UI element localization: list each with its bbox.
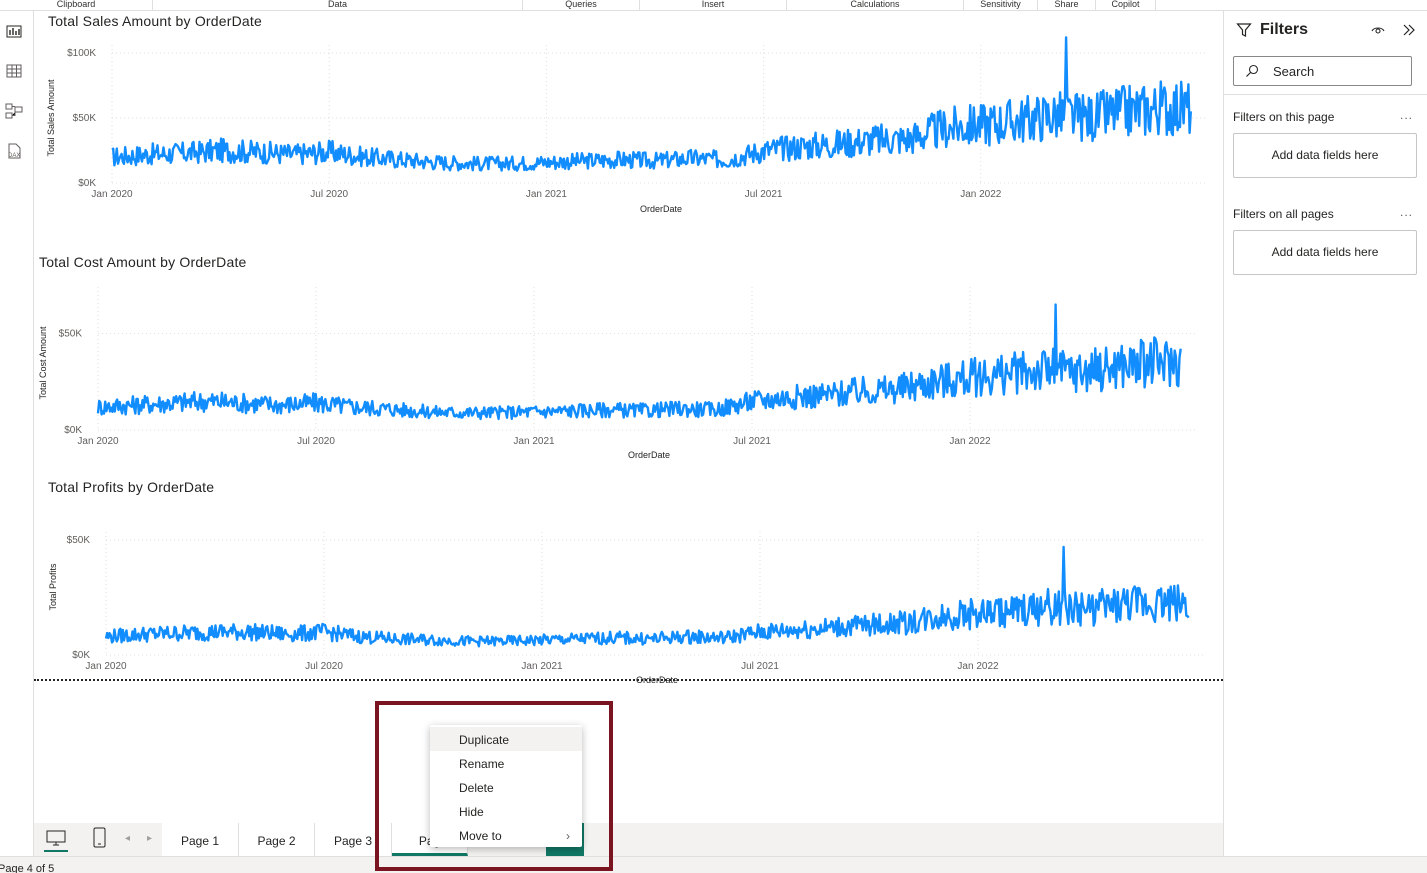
- filters-title: Filters: [1260, 21, 1309, 38]
- page-indicator: Page 4 of 5: [0, 863, 55, 873]
- status-bar: Page 4 of 5: [0, 856, 1427, 873]
- scroll-left-icon[interactable]: ◂: [125, 833, 130, 844]
- view-switcher-rail: DAX: [0, 11, 34, 856]
- series-line: [104, 545, 1190, 648]
- mobile-layout-icon[interactable]: [92, 827, 108, 849]
- x-tick-label: Jan 2020: [91, 189, 133, 200]
- x-tick-label: Jan 2022: [957, 661, 999, 672]
- more-options-icon[interactable]: ...: [1400, 108, 1413, 122]
- dax-query-view-icon[interactable]: DAX: [4, 141, 24, 161]
- y-tick-label: $0K: [78, 178, 96, 189]
- ribbon-group-calculations: Calculations: [787, 0, 964, 10]
- line-chart-total-profits[interactable]: Total Profits by OrderDate $0K $50K Jan 20…: [34, 477, 1223, 685]
- page-tab[interactable]: Page 1: [162, 823, 239, 856]
- x-tick-label: Jan 2020: [77, 436, 119, 447]
- filters-search-input[interactable]: Search: [1233, 56, 1412, 86]
- search-placeholder: Search: [1273, 64, 1315, 79]
- eye-icon[interactable]: [1370, 24, 1386, 36]
- filters-on-all-pages-label: Filters on all pages: [1233, 207, 1334, 221]
- add-data-fields-this-page[interactable]: Add data fields here: [1233, 133, 1417, 178]
- x-tick-label: Jul 2021: [745, 189, 783, 200]
- desktop-layout-icon[interactable]: [44, 828, 68, 852]
- report-view-icon[interactable]: [4, 21, 24, 41]
- powerbi-window: Clipboard Data Queries Insert Calculatio…: [0, 0, 1427, 873]
- series-line: [111, 36, 1192, 172]
- add-data-fields-all-pages[interactable]: Add data fields here: [1233, 230, 1417, 275]
- x-tick-label: Jan 2022: [960, 189, 1002, 200]
- page-tab[interactable]: Page 2: [239, 823, 315, 856]
- ribbon-group-clipboard: Clipboard: [0, 0, 153, 10]
- x-axis-label: OrderDate: [628, 450, 670, 460]
- chart-svg: $0K $50K Jan 2020 Jul 2020 Jan 2021 Jul 2021 J…: [48, 532, 1206, 685]
- filter-icon: [1236, 23, 1252, 37]
- line-chart-total-sales[interactable]: Total Sales Amount by OrderDate $0K $50K $…: [34, 11, 1223, 221]
- ribbon-group-data: Data: [153, 0, 523, 10]
- x-tick-label: Jul 2020: [310, 189, 348, 200]
- x-tick-label: Jan 2021: [513, 436, 555, 447]
- x-axis-label: OrderDate: [640, 204, 682, 214]
- y-tick-label: $0K: [72, 650, 90, 661]
- chart-svg: $0K $50K Jan 2020 Jul 2020 Jan 2021 Jul 2021 J…: [38, 287, 1198, 460]
- report-canvas: Total Sales Amount by OrderDate $0K $50K $…: [34, 11, 1223, 823]
- y-tick-label: $50K: [73, 113, 97, 124]
- y-axis-label: Total Profits: [48, 563, 58, 611]
- ribbon-group-share: Share: [1038, 0, 1096, 10]
- model-view-icon[interactable]: [4, 101, 24, 121]
- x-tick-label: Jan 2020: [85, 661, 127, 672]
- y-tick-label: $100K: [67, 48, 96, 59]
- filters-divider: [1224, 94, 1427, 95]
- search-icon: [1246, 64, 1259, 77]
- ribbon-group-sensitivity: Sensitivity: [964, 0, 1038, 10]
- y-tick-label: $0K: [64, 425, 82, 436]
- y-axis-label: Total Cost Amount: [38, 326, 48, 400]
- line-chart-total-cost[interactable]: Total Cost Amount by OrderDate $0K $50K Ja…: [34, 251, 1223, 460]
- series-line: [96, 303, 1182, 421]
- x-tick-label: Jan 2021: [521, 661, 563, 672]
- x-tick-label: Jul 2020: [305, 661, 343, 672]
- x-tick-label: Jul 2021: [733, 436, 771, 447]
- table-view-icon[interactable]: [4, 61, 24, 81]
- y-tick-label: $50K: [59, 329, 83, 340]
- more-options-icon[interactable]: ...: [1400, 205, 1413, 219]
- x-tick-label: Jul 2020: [297, 436, 335, 447]
- ribbon-group-labels: Clipboard Data Queries Insert Calculatio…: [0, 0, 1427, 11]
- y-tick-label: $50K: [67, 535, 91, 546]
- ribbon-group-queries: Queries: [523, 0, 640, 10]
- scroll-right-icon[interactable]: ▸: [147, 833, 152, 844]
- chart-svg: $0K $50K $100K Jan 2020 Jul 2020 Jan 2021 Jul …: [46, 36, 1208, 214]
- x-tick-label: Jan 2022: [949, 436, 991, 447]
- filters-pane: Filters Search Filters on this page ... …: [1223, 11, 1427, 856]
- ribbon-group-copilot: Copilot: [1096, 0, 1156, 10]
- svg-text:DAX: DAX: [8, 153, 20, 159]
- collapse-pane-icon[interactable]: [1402, 23, 1416, 37]
- canvas-page-boundary: [34, 679, 1223, 681]
- filters-on-this-page-label: Filters on this page: [1233, 110, 1335, 124]
- annotation-highlight-box: [375, 701, 613, 871]
- x-tick-label: Jul 2021: [741, 661, 779, 672]
- page-tab-bar: ◂ ▸ Page 1 Page 2 Page 3 Pag: [34, 823, 1223, 856]
- x-tick-label: Jan 2021: [526, 189, 568, 200]
- y-axis-label: Total Sales Amount: [46, 79, 56, 157]
- ribbon-group-insert: Insert: [640, 0, 787, 10]
